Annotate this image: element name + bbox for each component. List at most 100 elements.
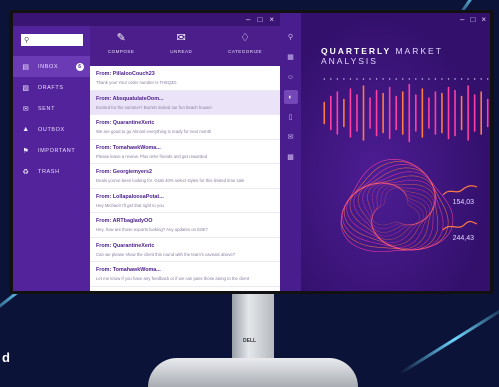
dashboard-canvas: – □ × QUARTERLY MARKET ANALYSIS 154,03 2… bbox=[301, 13, 490, 291]
screen: – □ × ⚲ ▤ INBOX 6 ▧ DRAFTS ✉ SENT ▲ OUTB… bbox=[13, 13, 490, 291]
email-preview: Hey Michael! I'll get that right to you bbox=[96, 202, 164, 208]
email-list-item[interactable]: From: LollapaloosaPotat... Hey Michael! … bbox=[90, 189, 280, 213]
gallery-icon[interactable]: ▩ bbox=[284, 150, 298, 164]
monitor-stand: DELL bbox=[232, 294, 274, 360]
unread-button[interactable]: ✉ UNREAD bbox=[170, 31, 192, 54]
sidebar-item-drafts[interactable]: ▧ DRAFTS bbox=[13, 77, 90, 98]
email-preview: Thank you! Your order number is TH8Q3G bbox=[96, 80, 177, 85]
bar-dot bbox=[480, 78, 482, 80]
document-icon: ▧ bbox=[22, 84, 30, 92]
mail-sidebar: ⚲ ▤ INBOX 6 ▧ DRAFTS ✉ SENT ▲ OUTBOX ⚑ I… bbox=[13, 26, 90, 291]
bar-dot bbox=[369, 78, 371, 80]
bar-visualization bbox=[323, 78, 489, 143]
sidebar-item-label: IMPORTANT bbox=[38, 147, 76, 154]
email-list-item[interactable]: From: QuarantineXeric Can we please show… bbox=[90, 238, 280, 262]
search-icon: ⚲ bbox=[24, 37, 30, 44]
unread-count-badge: 6 bbox=[76, 62, 84, 71]
dashboard-titlebar: – □ × bbox=[460, 15, 486, 24]
message-list-pane: ✎ COMPOSE ✉ UNREAD ♢ CATEGORIZE From: Pi… bbox=[90, 26, 280, 291]
grid-icon[interactable]: ▦ bbox=[284, 50, 298, 64]
mail-toolbar: ✎ COMPOSE ✉ UNREAD ♢ CATEGORIZE bbox=[90, 26, 280, 66]
chart-icon[interactable]: ◐ bbox=[283, 90, 298, 104]
sidebar-item-label: TRASH bbox=[38, 168, 60, 175]
unread-label: UNREAD bbox=[170, 49, 193, 54]
email-preview: Please leave a review. Plus refer friend… bbox=[96, 153, 208, 159]
sidebar-item-important[interactable]: ⚑ IMPORTANT bbox=[13, 140, 90, 161]
bar-dot bbox=[343, 78, 345, 80]
minimize-button[interactable]: – bbox=[460, 15, 464, 24]
email-list-item[interactable]: From: TomahawkWoma... Please leave a rev… bbox=[90, 140, 280, 164]
search-icon[interactable]: ⚲ bbox=[284, 30, 298, 44]
email-list: From: PillalooCouch23 Thank you! Your or… bbox=[90, 66, 280, 291]
bar-dot bbox=[362, 78, 365, 80]
metric-value: 244,43 bbox=[452, 235, 474, 242]
sidebar-item-inbox[interactable]: ▤ INBOX 6 bbox=[13, 56, 90, 77]
sparkline bbox=[442, 220, 478, 231]
sparkline bbox=[442, 185, 478, 196]
monitor: – □ × ⚲ ▤ INBOX 6 ▧ DRAFTS ✉ SENT ▲ OUTB… bbox=[9, 10, 494, 294]
outbox-icon: ▲ bbox=[22, 126, 30, 133]
email-list-item[interactable]: From: AbsquatulateOom... Excited for the… bbox=[90, 90, 280, 115]
minimize-button[interactable]: – bbox=[246, 15, 250, 24]
metric-value: 154,03 bbox=[452, 199, 474, 206]
bar-dot bbox=[454, 78, 456, 80]
dashboard-title-bold: QUARTERLY bbox=[321, 46, 392, 56]
tag-icon: ♢ bbox=[240, 32, 251, 44]
bar-dot bbox=[487, 78, 489, 80]
categorize-label: CATEGORIZE bbox=[228, 49, 263, 54]
email-sender: From: QuarantineXeric bbox=[96, 242, 155, 249]
bar-dot bbox=[460, 78, 463, 80]
bar-dot bbox=[467, 78, 469, 80]
email-list-item[interactable]: From: QuarantineXeric We are good to go … bbox=[90, 115, 280, 140]
sidebar-item-trash[interactable]: ♻ TRASH bbox=[13, 161, 90, 182]
bar-dot bbox=[395, 78, 397, 80]
email-preview: Deals you've been looking for. Grab 40% … bbox=[96, 178, 245, 183]
spiral-visualization bbox=[340, 158, 454, 252]
search-box[interactable]: ⚲ bbox=[21, 34, 83, 46]
search-input[interactable] bbox=[31, 37, 82, 43]
bar-dot bbox=[421, 78, 424, 80]
close-button[interactable]: × bbox=[481, 15, 486, 24]
mail-titlebar: – □ × bbox=[13, 13, 280, 26]
bar-dot bbox=[330, 78, 332, 80]
sidebar-item-outbox[interactable]: ▲ OUTBOX bbox=[13, 119, 90, 140]
email-sender: From: AbsquatulateOom... bbox=[96, 95, 164, 102]
monitor-base bbox=[148, 358, 358, 387]
backdrop-text: d bbox=[2, 350, 10, 365]
email-list-item[interactable]: From: ARTbagladyOO Hey, how are those ex… bbox=[90, 213, 280, 238]
sidebar-item-label: INBOX bbox=[38, 63, 59, 70]
categorize-button[interactable]: ♢ CATEGORIZE bbox=[228, 31, 262, 54]
email-sender: From: LollapaloosaPotat... bbox=[96, 193, 164, 200]
trash-icon: ♻ bbox=[22, 168, 30, 176]
sidebar-item-label: SENT bbox=[38, 105, 56, 112]
bar-dot bbox=[336, 78, 339, 80]
maximize-button[interactable]: □ bbox=[257, 15, 262, 24]
envelope-icon: ✉ bbox=[176, 32, 186, 44]
email-list-item[interactable]: From: PillalooCouch23 Thank you! Your or… bbox=[90, 66, 280, 91]
bar-dot bbox=[323, 78, 325, 80]
compose-label: COMPOSE bbox=[107, 49, 135, 54]
email-sender: From: PillalooCouch23 bbox=[96, 71, 155, 77]
spiral-ring bbox=[371, 184, 428, 233]
brand-logo: DELL bbox=[243, 338, 257, 344]
bar-dot bbox=[434, 78, 437, 80]
sidebar-item-sent[interactable]: ✉ SENT bbox=[13, 98, 90, 119]
bar-dot bbox=[349, 78, 352, 80]
email-preview: We are good to go Almost everything is r… bbox=[96, 129, 212, 134]
email-preview: Hey, how are those exports looking? Any … bbox=[96, 227, 208, 232]
maximize-button[interactable]: □ bbox=[470, 15, 475, 24]
compose-button[interactable]: ✎ COMPOSE bbox=[108, 31, 135, 54]
email-sender: From: QuarantineXeric bbox=[96, 120, 155, 126]
email-list-item[interactable]: From: TomahawkWoma... Let me know if you… bbox=[90, 262, 280, 287]
email-list-item[interactable]: From: Georgiemyers2 Deals you've been lo… bbox=[90, 164, 280, 189]
dashboard-window: ⚲ ▦ ☺ ◐ ▯ ✉ ▩ – □ × QUARTERLY MARKET ANA… bbox=[280, 13, 490, 291]
dashboard-rail: ⚲ ▦ ☺ ◐ ▯ ✉ ▩ bbox=[280, 13, 301, 291]
chat-icon[interactable]: ▯ bbox=[284, 110, 298, 124]
email-sender: From: Georgiemyers2 bbox=[96, 169, 153, 175]
user-add-icon[interactable]: ☺ bbox=[284, 70, 298, 84]
email-sender: From: TomahawkWoma... bbox=[96, 144, 161, 151]
bar-dot bbox=[415, 78, 417, 80]
close-button[interactable]: × bbox=[269, 15, 274, 24]
email-preview: Can we please show the client this round… bbox=[96, 251, 236, 257]
mail-icon[interactable]: ✉ bbox=[284, 130, 298, 144]
